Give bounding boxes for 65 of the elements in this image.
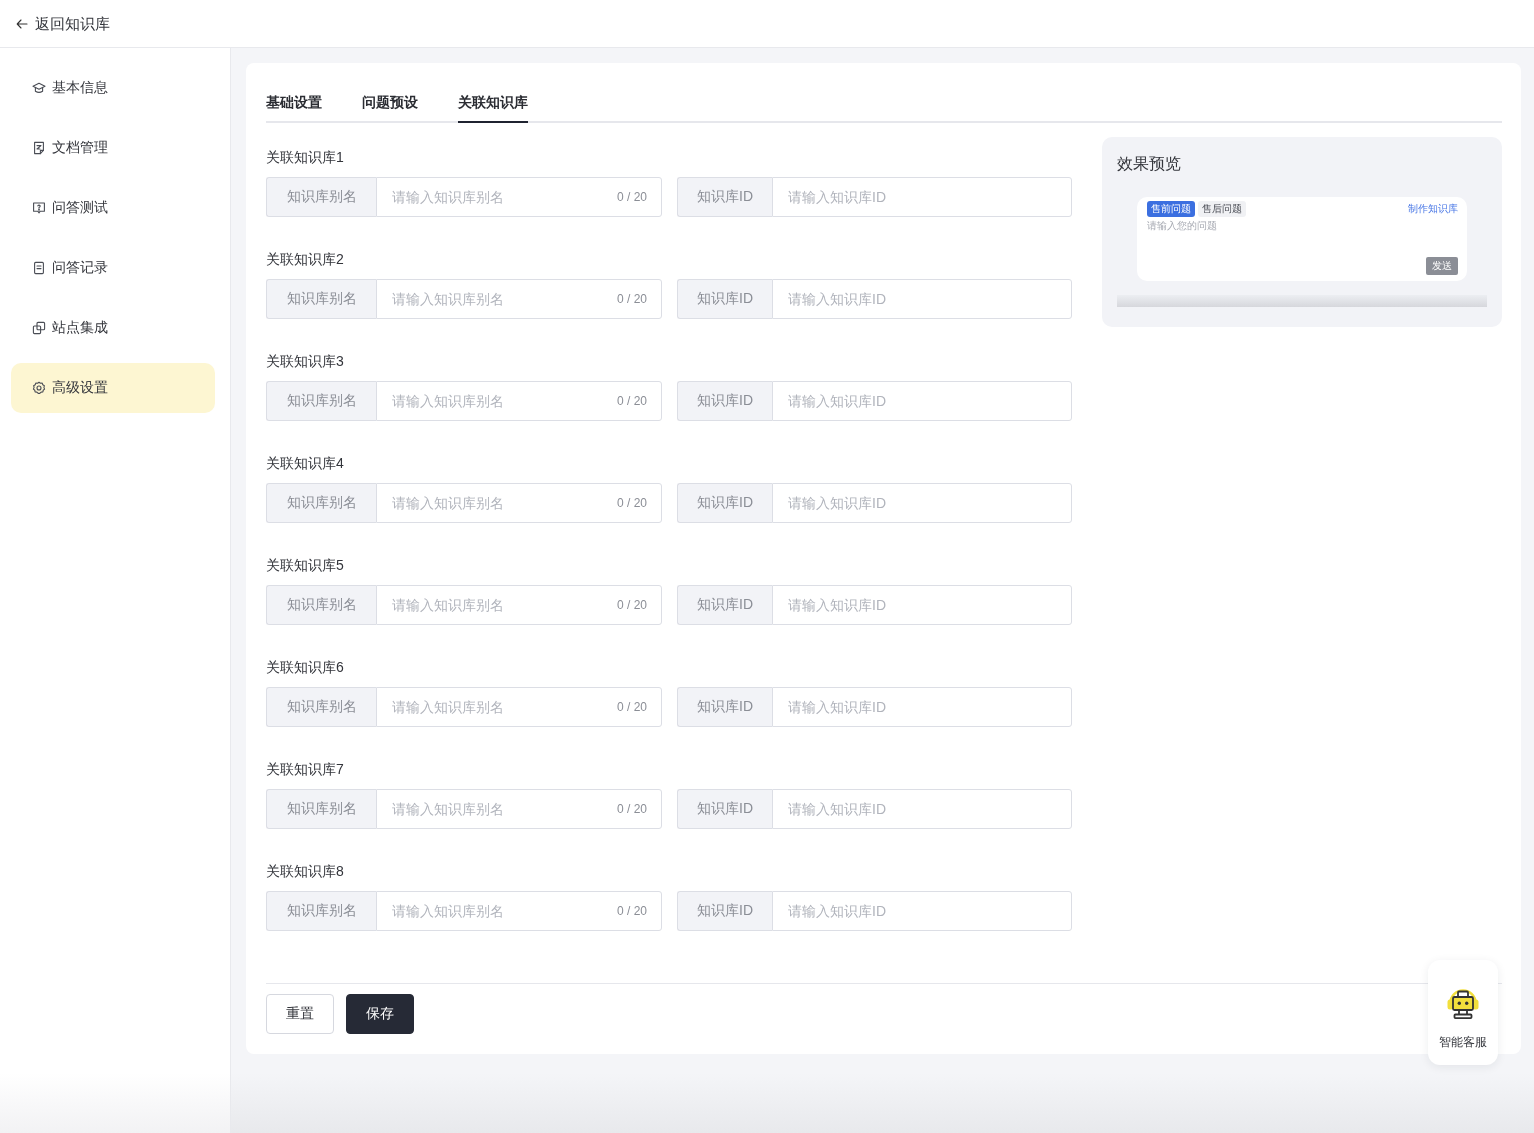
back-arrow-icon xyxy=(16,17,28,30)
sidebar-item[interactable]: 基本信息 xyxy=(11,63,215,113)
field-prefix-label: 知识库别名 xyxy=(266,585,376,625)
character-counter: 0 / 20 xyxy=(616,189,647,205)
character-counter: 0 / 20 xyxy=(616,291,647,307)
field-prefix-label: 知识库别名 xyxy=(266,789,376,829)
character-counter: 0 / 20 xyxy=(616,801,647,817)
character-counter: 0 / 20 xyxy=(616,597,647,613)
field-prefix-label: 知识库ID xyxy=(677,789,772,829)
field-prefix-label: 知识库ID xyxy=(677,279,772,319)
section-label: 关联知识库5 xyxy=(266,556,345,575)
input-field[interactable]: 请输入知识库ID xyxy=(772,483,1072,523)
gear-icon xyxy=(32,381,46,395)
input-field[interactable]: 请输入知识库ID xyxy=(772,381,1072,421)
tab[interactable]: 关联知识库 xyxy=(458,87,528,123)
sidebar-item[interactable]: 问答测试 xyxy=(11,183,215,233)
field-prefix-label: 知识库别名 xyxy=(266,891,376,931)
field-prefix-label: 知识库ID xyxy=(677,585,772,625)
section-label: 关联知识库8 xyxy=(266,862,345,881)
support-widget[interactable]: 智能客服 xyxy=(1428,960,1498,1065)
input-field[interactable]: 请输入知识库ID xyxy=(772,687,1072,727)
field-prefix-label: 知识库ID xyxy=(677,381,772,421)
section-label: 关联知识库4 xyxy=(266,454,345,473)
field-prefix-label: 知识库ID xyxy=(677,687,772,727)
support-label: 智能客服 xyxy=(1439,1034,1487,1050)
input-field[interactable]: 请输入知识库ID xyxy=(772,585,1072,625)
reset-button[interactable]: 重置 xyxy=(266,994,334,1034)
tab[interactable]: 问题预设 xyxy=(362,87,418,123)
field-prefix-label: 知识库别名 xyxy=(266,279,376,319)
sidebar-item[interactable]: 高级设置 xyxy=(11,363,215,413)
section-label: 关联知识库1 xyxy=(266,148,345,167)
field-prefix-label: 知识库ID xyxy=(677,891,772,931)
back-link[interactable]: 返回知识库 xyxy=(16,13,110,34)
document-lines-icon xyxy=(32,261,46,275)
question-tag[interactable]: 售前问题 xyxy=(1147,201,1195,217)
field-prefix-label: 知识库ID xyxy=(677,483,772,523)
question-tag[interactable]: 售后问题 xyxy=(1198,201,1246,217)
preview-link[interactable]: 制作知识库 xyxy=(1408,202,1458,216)
sidebar-item[interactable]: 文档管理 xyxy=(11,123,215,173)
input-field[interactable]: 请输入知识库ID xyxy=(772,177,1072,217)
input-field[interactable]: 请输入知识库ID xyxy=(772,279,1072,319)
character-counter: 0 / 20 xyxy=(616,903,647,919)
tab[interactable]: 基础设置 xyxy=(266,87,322,123)
sidebar-item[interactable]: 问答记录 xyxy=(11,243,215,293)
question-bubble-icon xyxy=(32,201,46,215)
save-button[interactable]: 保存 xyxy=(346,994,414,1034)
field-prefix-label: 知识库别名 xyxy=(266,381,376,421)
field-prefix-label: 知识库别名 xyxy=(266,177,376,217)
field-prefix-label: 知识库别名 xyxy=(266,483,376,523)
section-label: 关联知识库6 xyxy=(266,658,345,677)
character-counter: 0 / 20 xyxy=(616,699,647,715)
field-prefix-label: 知识库别名 xyxy=(266,687,376,727)
section-label: 关联知识库2 xyxy=(266,250,345,269)
input-field[interactable]: 请输入知识库ID xyxy=(772,789,1072,829)
sidebar-item[interactable]: 站点集成 xyxy=(11,303,215,353)
overlapping-squares-icon xyxy=(32,321,46,335)
input-field[interactable]: 请输入知识库ID xyxy=(772,891,1072,931)
document-icon xyxy=(32,141,46,155)
section-label: 关联知识库3 xyxy=(266,352,345,371)
section-label: 关联知识库7 xyxy=(266,760,345,779)
field-prefix-label: 知识库ID xyxy=(677,177,772,217)
graduation-cap-icon xyxy=(32,81,46,95)
character-counter: 0 / 20 xyxy=(616,495,647,511)
preview-title: 效果预览 xyxy=(1117,154,1182,174)
character-counter: 0 / 20 xyxy=(616,393,647,409)
